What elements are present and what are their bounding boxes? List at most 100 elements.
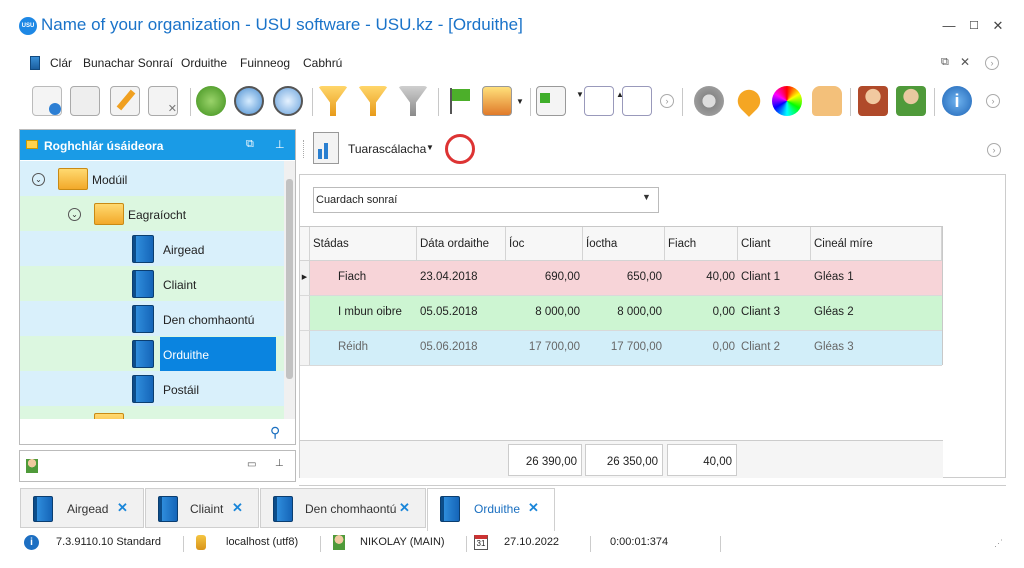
report-overflow-icon[interactable]: ›	[987, 143, 1001, 157]
row-indicator[interactable]: ▶	[300, 261, 310, 295]
search-icon[interactable]	[234, 86, 264, 116]
secondary-panel: ▭ ⊥	[19, 450, 296, 482]
tree-item-contracts[interactable]: Den chomhaontú	[20, 301, 285, 336]
folder-icon	[26, 140, 38, 149]
settings-icon[interactable]	[694, 86, 724, 116]
collapse-icon[interactable]: ⌄	[68, 208, 81, 221]
map-pin-icon[interactable]	[733, 85, 765, 117]
report-icon[interactable]	[313, 132, 339, 164]
table-row[interactable]: I mbun oibre 05.05.2018 8 000,00 8 000,00 0,…	[300, 296, 942, 331]
copy-icon[interactable]	[70, 86, 100, 116]
tree-item-money[interactable]: Airgead	[20, 231, 285, 266]
table-row[interactable]: Réidh 05.06.2018 17 700,00 17 700,00 0,00 Cli…	[300, 331, 942, 366]
orders-grid: Stádas Dáta ordaithe Íoc Íoctha Fiach Cl…	[300, 226, 943, 366]
close-tab-icon[interactable]: ✕	[528, 500, 539, 516]
menu-item-file[interactable]: Clár	[50, 56, 72, 70]
app-logo-icon: USU	[19, 17, 37, 35]
tree-item-posting[interactable]: Postáil	[20, 371, 285, 406]
tree-collapse-icon[interactable]	[622, 86, 652, 116]
close-tab-icon[interactable]: ✕	[232, 500, 243, 516]
filter-icon[interactable]	[318, 86, 348, 116]
clock-icon[interactable]	[445, 134, 475, 164]
color-wheel-icon[interactable]	[772, 86, 802, 116]
column-header[interactable]: Cliant	[738, 227, 811, 261]
user-menu-header: Roghchlár úsáideora ⧉ ⊥	[20, 130, 295, 160]
refresh-icon[interactable]	[196, 86, 226, 116]
pin-panel-icon[interactable]: ⊥	[275, 458, 284, 469]
resize-grip-icon[interactable]: ⋰	[994, 538, 1003, 549]
table-cell: Cliant 2	[741, 341, 780, 353]
delete-icon[interactable]: ✕	[148, 86, 178, 116]
close-icon[interactable]: ✕	[990, 18, 1006, 34]
column-header[interactable]: Fiach	[665, 227, 738, 261]
tree-item-orders[interactable]: Orduithe	[20, 336, 285, 371]
users-icon[interactable]	[896, 86, 926, 116]
search-input[interactable]: Cuardach sonraí ▼	[313, 187, 659, 213]
close-tab-icon[interactable]: ✕	[399, 500, 410, 516]
column-header[interactable]: Íoctha	[583, 227, 665, 261]
tab-1[interactable]: Cliaint ✕	[145, 488, 259, 528]
reports-dropdown-icon[interactable]: ▼	[426, 143, 434, 152]
tree-item-modules[interactable]: ⌄ Modúil	[20, 161, 285, 196]
column-header[interactable]: Stádas	[310, 227, 417, 261]
filter-column-icon[interactable]	[358, 86, 388, 116]
edit-icon[interactable]	[110, 86, 140, 116]
report-bar: Tuarascálacha ▼ ›	[303, 130, 1013, 168]
user-icon	[26, 459, 38, 473]
menu-overflow-icon[interactable]: ›	[985, 56, 999, 70]
row-indicator[interactable]	[300, 331, 310, 365]
flag-icon[interactable]	[444, 86, 474, 116]
book-icon	[132, 340, 154, 368]
tab-0[interactable]: Airgead ✕	[20, 488, 144, 528]
menu-item-window[interactable]: Fuinneog	[240, 56, 290, 70]
maximize-icon[interactable]: ☐	[966, 18, 982, 34]
book-icon	[132, 305, 154, 333]
menu-item-help[interactable]: Cabhrú	[303, 56, 342, 70]
tab-2[interactable]: Den chomhaontú ✕	[260, 488, 426, 528]
column-header[interactable]: Cineál míre	[811, 227, 942, 261]
add-row-icon[interactable]	[536, 86, 566, 116]
column-header[interactable]: Íoc	[506, 227, 583, 261]
toolbar-overflow2-icon[interactable]: ›	[986, 94, 1000, 108]
minimize-icon[interactable]: —	[941, 18, 957, 34]
table-cell: Gléas 1	[814, 271, 854, 283]
float-panel-icon[interactable]: ⧉	[246, 138, 254, 151]
menu-item-orders[interactable]: Orduithe	[181, 56, 227, 70]
close-tab-icon[interactable]: ✕	[117, 500, 128, 516]
table-cell: Gléas 3	[814, 341, 854, 353]
new-icon[interactable]	[32, 86, 62, 116]
search-icon[interactable]: ⚲	[270, 424, 280, 441]
tree-item-clients[interactable]: Cliaint	[20, 266, 285, 301]
toolbar-overflow-icon[interactable]: ›	[660, 94, 674, 108]
table-cell: 23.04.2018	[420, 271, 478, 283]
table-cell: 17 700,00	[528, 341, 580, 353]
tab-3[interactable]: Orduithe ✕	[427, 488, 555, 531]
minimize-panel-icon[interactable]: ▭	[247, 459, 256, 470]
reports-button[interactable]: Tuarascálacha	[348, 142, 426, 156]
image-dropdown-icon[interactable]: ▼	[516, 97, 524, 106]
table-cell: Gléas 2	[814, 306, 854, 318]
tree-scrollbar[interactable]	[284, 161, 295, 419]
title-bar: USU Name of your organization - USU soft…	[0, 0, 1024, 50]
folder-icon	[94, 413, 124, 419]
table-row[interactable]: ▶ Fiach 23.04.2018 690,00 650,00 40,00 Cliant …	[300, 261, 942, 296]
menu-item-database[interactable]: Bunachar Sonraí	[83, 56, 173, 70]
close-child-icon[interactable]: ✕	[960, 55, 970, 69]
pin-panel-icon[interactable]: ⊥	[275, 138, 285, 151]
filter-apply-icon[interactable]	[398, 86, 428, 116]
collapse-icon[interactable]: ⌄	[32, 173, 45, 186]
tree-expand-icon[interactable]	[584, 86, 614, 116]
image-icon[interactable]	[482, 86, 512, 116]
tab-label: Den chomhaontú	[305, 502, 397, 516]
restore-child-icon[interactable]: ⧉	[941, 56, 949, 69]
row-indicator[interactable]	[300, 296, 310, 330]
column-header[interactable]: Dáta ordaithe	[417, 227, 506, 261]
hand-icon[interactable]	[812, 86, 842, 116]
advanced-search-icon[interactable]	[273, 86, 303, 116]
tree-item-organization[interactable]: ⌄ Eagraíocht	[20, 196, 285, 231]
info-icon[interactable]: i	[942, 86, 972, 116]
user-icon[interactable]	[858, 86, 888, 116]
scroll-thumb[interactable]	[286, 179, 293, 379]
chevron-down-icon[interactable]: ▼	[642, 192, 651, 202]
book-icon	[33, 496, 53, 522]
